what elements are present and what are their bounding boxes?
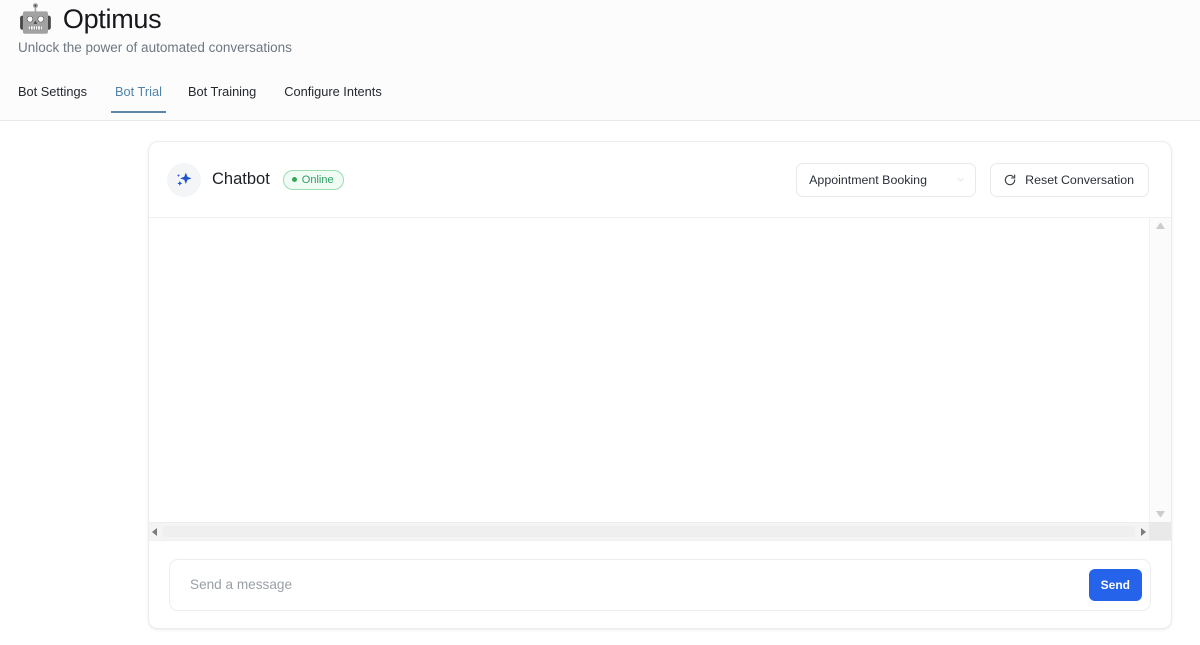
- app-subtitle: Unlock the power of automated conversati…: [18, 40, 292, 55]
- arrow-left-icon[interactable]: [152, 527, 157, 536]
- reset-conversation-label: Reset Conversation: [1025, 172, 1134, 187]
- bot-name: Chatbot: [212, 170, 270, 188]
- app-title: Optimus: [62, 3, 162, 34]
- status-dot-icon: [291, 177, 297, 182]
- refresh-icon: [1004, 173, 1016, 185]
- arrow-right-icon[interactable]: [1141, 527, 1146, 536]
- status-badge-label: Online: [301, 173, 334, 186]
- reset-conversation-button[interactable]: Reset Conversation: [990, 162, 1149, 197]
- arrow-up-icon[interactable]: [1156, 222, 1165, 229]
- scrollbar-corner: [1149, 522, 1171, 540]
- robot-emoji-icon: 🤖: [18, 3, 53, 34]
- main-tabs: Bot Settings Bot Trial Bot Training Conf…: [0, 84, 412, 113]
- tab-bot-settings[interactable]: Bot Settings: [18, 84, 103, 113]
- chatbot-card: Chatbot Online Appointment Booking Reset…: [148, 141, 1172, 629]
- sparkles-icon: [167, 162, 201, 197]
- tab-bot-trial[interactable]: Bot Trial: [111, 84, 166, 113]
- horizontal-scrollbar[interactable]: [149, 522, 1149, 540]
- message-composer: Send: [149, 540, 1171, 628]
- chat-header: Chatbot Online Appointment Booking Reset…: [149, 142, 1171, 218]
- chat-body: [149, 218, 1171, 540]
- horizontal-scrollbar-track[interactable]: [163, 526, 1135, 537]
- message-list: [149, 218, 1149, 522]
- composer-field-wrap: Send: [169, 558, 1151, 611]
- intent-select[interactable]: Appointment Booking: [796, 162, 977, 197]
- send-button[interactable]: Send: [1088, 568, 1142, 601]
- tab-configure-intents[interactable]: Configure Intents: [284, 84, 397, 113]
- arrow-down-icon[interactable]: [1156, 511, 1165, 518]
- message-input[interactable]: [188, 559, 1089, 610]
- intent-select-value: Appointment Booking: [809, 172, 927, 187]
- chat-header-actions: Appointment Booking Reset Conversation: [796, 162, 1149, 197]
- tab-bot-training[interactable]: Bot Training: [188, 84, 272, 113]
- bot-identity: Chatbot Online: [167, 162, 344, 197]
- vertical-scrollbar[interactable]: [1149, 218, 1171, 522]
- chevron-down-icon: [957, 177, 964, 182]
- app-header: 🤖 Optimus Unlock the power of automated …: [0, 0, 1200, 121]
- status-badge: Online: [282, 169, 344, 190]
- brand: 🤖 Optimus: [18, 3, 162, 34]
